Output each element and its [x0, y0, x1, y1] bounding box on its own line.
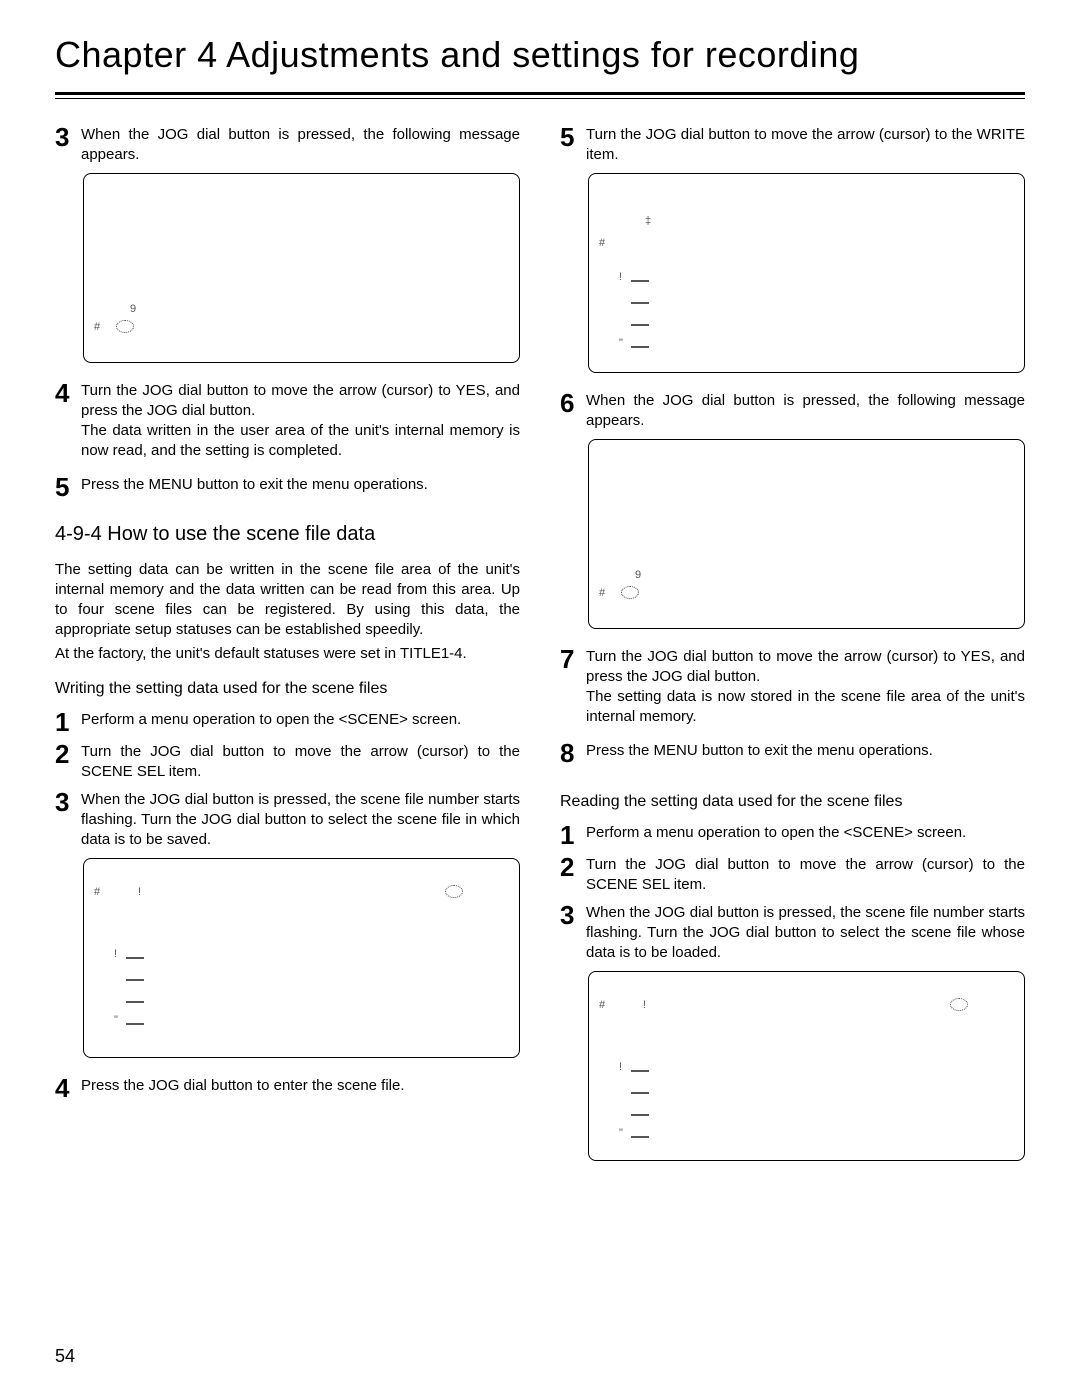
step-number: 8: [560, 741, 586, 765]
bar-icon: [126, 979, 144, 981]
bar-icon: [631, 1136, 649, 1138]
subheading-writing: Writing the setting data used for the sc…: [55, 680, 520, 698]
panel-a-hash: #: [94, 320, 100, 334]
step-3: 3 When the JOG dial button is pressed, t…: [55, 125, 520, 165]
two-column-layout: 3 When the JOG dial button is pressed, t…: [55, 125, 1025, 1179]
step-text: Perform a menu operation to open the <SC…: [586, 823, 1025, 847]
panel-e-quote: ": [619, 1126, 623, 1140]
panel-c-hash: #: [599, 236, 605, 250]
panel-b-exc: !: [138, 885, 141, 899]
page: Chapter 4 Adjustments and settings for r…: [0, 0, 1080, 1397]
intro-paragraph-1: The setting data can be written in the s…: [55, 560, 520, 640]
write-step-2: 2 Turn the JOG dial button to move the a…: [55, 742, 520, 782]
panel-b-quote: ": [114, 1013, 118, 1027]
bar-icon: [631, 1114, 649, 1116]
panel-e-hash: #: [599, 998, 605, 1012]
bar-icon: [126, 957, 144, 959]
step-5: 5 Press the MENU button to exit the menu…: [55, 475, 520, 499]
right-step-6: 6 When the JOG dial button is pressed, t…: [560, 391, 1025, 431]
screen-panel-e: # ! ! ": [588, 971, 1025, 1161]
chapter-title: Chapter 4 Adjustments and settings for r…: [55, 30, 1025, 86]
write-step-3: 3 When the JOG dial button is pressed, t…: [55, 790, 520, 850]
step-number: 4: [55, 1076, 81, 1100]
subheading-reading: Reading the setting data used for the sc…: [560, 793, 1025, 811]
panel-c-mark: ‡: [645, 214, 651, 228]
dotted-circle-icon: [445, 885, 463, 898]
panel-d-hash: #: [599, 586, 605, 600]
step-number: 3: [55, 790, 81, 850]
page-number: 54: [55, 1346, 75, 1367]
panel-b-row1-mark: !: [114, 947, 117, 961]
step-text: Turn the JOG dial button to move the arr…: [586, 647, 1025, 727]
step-number: 5: [560, 125, 586, 165]
step-number: 2: [560, 855, 586, 895]
bar-icon: [126, 1023, 144, 1025]
panel-b-hash: #: [94, 885, 100, 899]
panel-c-quote: ": [619, 336, 623, 350]
step-text: Turn the JOG dial button to move the arr…: [586, 855, 1025, 895]
step-text: When the JOG dial button is pressed, the…: [586, 391, 1025, 431]
step-number: 4: [55, 381, 81, 461]
step-text: Turn the JOG dial button to move the arr…: [81, 381, 520, 461]
panel-e-exc: !: [643, 998, 646, 1012]
step-text: Press the JOG dial button to enter the s…: [81, 1076, 520, 1100]
panel-d-nine: 9: [635, 568, 641, 582]
intro-paragraph-2: At the factory, the unit's default statu…: [55, 644, 520, 664]
bar-icon: [631, 324, 649, 326]
screen-panel-c: ‡ # ! ": [588, 173, 1025, 373]
panel-a-nine: 9: [130, 302, 136, 316]
step-text: Press the MENU button to exit the menu o…: [81, 475, 520, 499]
read-step-1: 1 Perform a menu operation to open the <…: [560, 823, 1025, 847]
step-text: When the JOG dial button is pressed, the…: [81, 125, 520, 165]
step-text: When the JOG dial button is pressed, the…: [81, 790, 520, 850]
title-rule: [55, 92, 1025, 99]
dotted-circle-icon: [116, 320, 134, 333]
bar-icon: [631, 280, 649, 282]
bar-icon: [631, 346, 649, 348]
dotted-circle-icon: [621, 586, 639, 599]
section-heading: 4-9-4 How to use the scene file data: [55, 523, 520, 546]
right-step-8: 8 Press the MENU button to exit the menu…: [560, 741, 1025, 765]
step-text: Turn the JOG dial button to move the arr…: [586, 125, 1025, 165]
read-step-3: 3 When the JOG dial button is pressed, t…: [560, 903, 1025, 963]
step-number: 3: [560, 903, 586, 963]
step-number: 7: [560, 647, 586, 727]
step-4: 4 Turn the JOG dial button to move the a…: [55, 381, 520, 461]
write-step-1: 1 Perform a menu operation to open the <…: [55, 710, 520, 734]
right-step-7: 7 Turn the JOG dial button to move the a…: [560, 647, 1025, 727]
right-step-5: 5 Turn the JOG dial button to move the a…: [560, 125, 1025, 165]
left-column: 3 When the JOG dial button is pressed, t…: [55, 125, 520, 1179]
bar-icon: [631, 1092, 649, 1094]
screen-panel-d: 9 #: [588, 439, 1025, 629]
bar-icon: [631, 1070, 649, 1072]
step-text: Turn the JOG dial button to move the arr…: [81, 742, 520, 782]
panel-e-row1-mark: !: [619, 1060, 622, 1074]
screen-panel-a: 9 #: [83, 173, 520, 363]
step-number: 6: [560, 391, 586, 431]
step-number: 2: [55, 742, 81, 782]
right-column: 5 Turn the JOG dial button to move the a…: [560, 125, 1025, 1179]
step-number: 3: [55, 125, 81, 165]
dotted-circle-icon: [950, 998, 968, 1011]
step-text: When the JOG dial button is pressed, the…: [586, 903, 1025, 963]
step-number: 5: [55, 475, 81, 499]
screen-panel-b: # ! ! ": [83, 858, 520, 1058]
panel-c-exc: !: [619, 270, 622, 284]
step-number: 1: [55, 710, 81, 734]
step-text: Perform a menu operation to open the <SC…: [81, 710, 520, 734]
bar-icon: [126, 1001, 144, 1003]
step-text: Press the MENU button to exit the menu o…: [586, 741, 1025, 765]
read-step-2: 2 Turn the JOG dial button to move the a…: [560, 855, 1025, 895]
step-number: 1: [560, 823, 586, 847]
write-step-4: 4 Press the JOG dial button to enter the…: [55, 1076, 520, 1100]
bar-icon: [631, 302, 649, 304]
